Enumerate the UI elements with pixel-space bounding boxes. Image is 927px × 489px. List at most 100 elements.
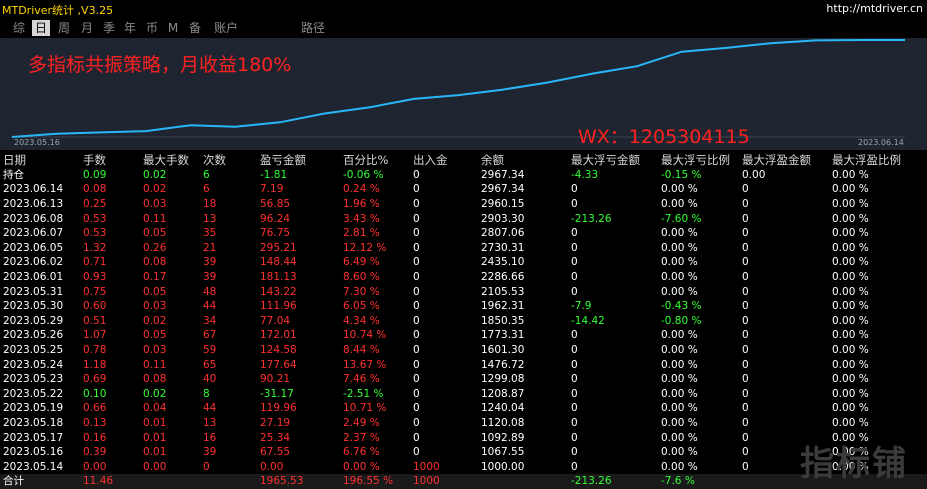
table-row: 2023.06.01 0.93 0.17 39 181.13 8.60 % 0 2286.66… (0, 270, 927, 285)
table-cell: 0.00 % (661, 446, 698, 459)
table-cell: 0.66 (83, 402, 107, 415)
table-cell: 0 (571, 271, 578, 284)
table-cell: 4.34 % (343, 314, 380, 327)
table-cell: 0.08 (143, 373, 167, 386)
table-cell: 25.34 (260, 431, 291, 444)
tab-2[interactable]: 周 (55, 20, 73, 36)
table-cell: 13.67 % (343, 358, 387, 371)
table-cell: 0.01 (143, 431, 167, 444)
table-cell: 67.55 (260, 446, 291, 459)
website-link[interactable]: http://mtdriver.cn (826, 2, 923, 15)
table-cell: 7.19 (260, 183, 284, 196)
table-cell: 0.26 (143, 241, 167, 254)
column-header: 出入金 (413, 153, 448, 168)
table-cell: 0.00 % (832, 271, 869, 284)
table-cell: 7.46 % (343, 373, 380, 386)
table-row: 2023.05.31 0.75 0.05 48 143.22 7.30 % 0 2105.53… (0, 284, 927, 299)
table-cell: 0 (413, 431, 420, 444)
table-header-row: 日期 手数 最大手数 次数 盈亏金额 百分比% 出入金 余额 最大浮亏金额 最大浮亏比例 最大浮盈金… (0, 153, 927, 168)
table-cell: 0 (742, 227, 749, 240)
column-header: 最大手数 (143, 153, 189, 168)
table-cell: 0 (413, 183, 420, 196)
tab-5[interactable]: 年 (121, 20, 139, 36)
table-cell: 0.00 (143, 460, 167, 473)
table-row: 2023.05.17 0.16 0.01 16 25.34 2.37 % 0 1092.89 0… (0, 430, 927, 445)
table-cell: 0.01 (143, 416, 167, 429)
table-cell: 65 (203, 358, 217, 371)
table-cell: 0 (742, 344, 749, 357)
table-cell: -4.33 (571, 168, 599, 181)
table-cell (140, 474, 200, 489)
table-cell: 0.71 (83, 256, 107, 269)
table-cell: 0 (413, 387, 420, 400)
table-cell: 2023.06.01 (3, 271, 64, 284)
table-cell: 0 (571, 460, 578, 473)
table-cell: 0.53 (83, 212, 107, 225)
table-cell: -0.06 % (343, 168, 384, 181)
table-cell: 0 (742, 314, 749, 327)
table-cell: -0.80 % (661, 314, 702, 327)
tab-7[interactable]: M (166, 20, 180, 36)
column-header: 次数 (203, 153, 226, 168)
table-cell: 0.02 (143, 387, 167, 400)
table-cell: 0 (742, 373, 749, 386)
table-cell: 0 (571, 431, 578, 444)
table-cell: 0 (742, 212, 749, 225)
table-row: 2023.06.05 1.32 0.26 21 295.21 12.12 % 0 2730.3… (0, 241, 927, 256)
table-cell: -14.42 (571, 314, 605, 327)
tab-9[interactable]: 账户 (210, 20, 242, 36)
table-cell: 合计 (0, 474, 80, 489)
table-cell: 0.00 % (832, 358, 869, 371)
table-cell: 0.00 % (832, 183, 869, 196)
column-header: 日期 (3, 153, 26, 168)
table-cell: 2960.15 (481, 198, 525, 211)
table-cell: -0.15 % (661, 168, 702, 181)
table-cell: 6.76 % (343, 446, 380, 459)
table-cell: 11.46 (80, 474, 140, 489)
table-cell: 0 (742, 256, 749, 269)
table-cell: -213.26 (568, 474, 658, 489)
table-cell: 2023.05.26 (3, 329, 64, 342)
table-cell: 0.00 % (661, 358, 698, 371)
column-header: 盈亏金额 (260, 153, 306, 168)
table-cell: 0.00 % (661, 344, 698, 357)
table-cell: 1067.55 (481, 446, 525, 459)
table-cell: 0 (571, 373, 578, 386)
table-cell: 0 (413, 241, 420, 254)
table-cell: 2023.05.30 (3, 300, 64, 313)
tab-8[interactable]: 备 (186, 20, 204, 36)
tab-1[interactable]: 日 (32, 20, 50, 36)
tab-0[interactable]: 综 (9, 20, 29, 36)
table-cell: 40 (203, 373, 217, 386)
table-cell: 7.30 % (343, 285, 380, 298)
table-cell: 0 (571, 227, 578, 240)
tab-6[interactable]: 币 (143, 20, 161, 36)
tab-3[interactable]: 月 (78, 20, 96, 36)
table-cell: 1299.08 (481, 373, 525, 386)
table-cell: 0.00 % (832, 300, 869, 313)
table-cell: 0.39 (83, 446, 107, 459)
table-cell: 2023.06.14 (3, 183, 64, 196)
tab-10[interactable]: 路径 (296, 20, 330, 36)
table-cell: 8.44 % (343, 344, 380, 357)
table-cell: 0 (571, 387, 578, 400)
table-cell: 0.05 (143, 285, 167, 298)
tab-4[interactable]: 季 (100, 20, 118, 36)
table-cell: 0 (742, 402, 749, 415)
table-cell: 124.58 (260, 344, 297, 357)
table-cell: 2903.30 (481, 212, 525, 225)
table-cell: 0 (742, 241, 749, 254)
table-cell: -213.26 (571, 212, 612, 225)
table-cell: 0 (413, 358, 420, 371)
corner-watermark: 指标铺 (800, 444, 908, 484)
table-cell: 77.04 (260, 314, 291, 327)
table-cell: 90.21 (260, 373, 291, 386)
table-cell: 2023.05.14 (3, 460, 64, 473)
table-cell: 13 (203, 212, 217, 225)
table-cell: 0.00 % (832, 416, 869, 429)
table-cell: 2967.34 (481, 183, 525, 196)
table-cell: -7.6 % (658, 474, 739, 489)
table-cell: 1.07 (83, 329, 107, 342)
table-cell: 0.00 % (832, 329, 869, 342)
table-cell: 76.75 (260, 227, 291, 240)
